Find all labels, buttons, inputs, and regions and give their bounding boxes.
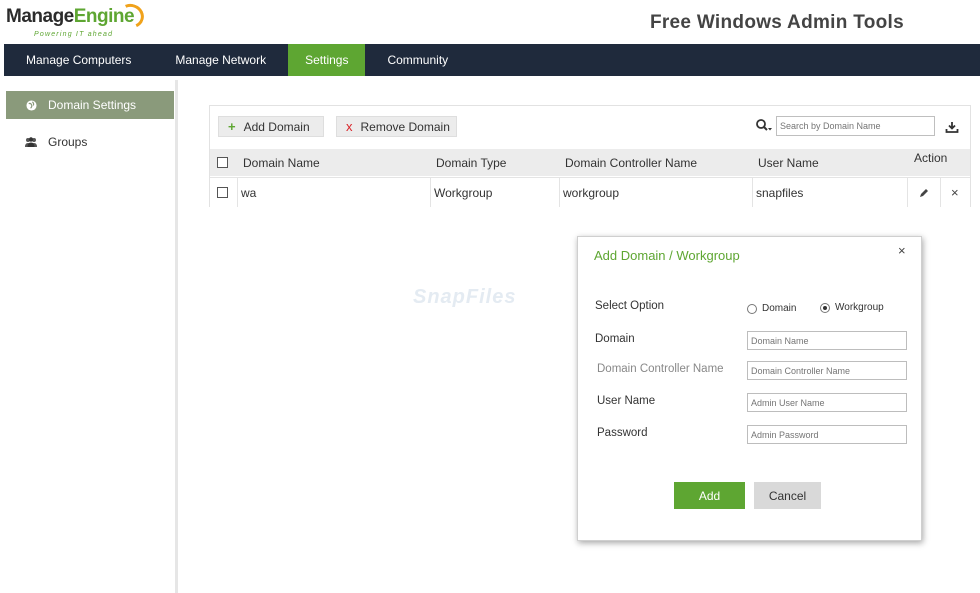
domain-field[interactable] <box>747 331 907 350</box>
table-row: wa Workgroup workgroup snapfiles × <box>210 177 970 207</box>
globe-icon <box>24 98 38 112</box>
watermark-text: SnapFiles <box>413 286 517 308</box>
dialog-title: Add Domain / Workgroup <box>594 248 740 263</box>
search-icon[interactable] <box>755 118 773 134</box>
plus-icon: + <box>228 119 236 134</box>
col-domain-type[interactable]: Domain Type <box>436 149 506 176</box>
nav-community[interactable]: Community <box>365 44 470 76</box>
user-name-field[interactable] <box>747 393 907 412</box>
add-domain-dialog: Add Domain / Workgroup × Select Option D… <box>577 236 922 541</box>
search-domain-input[interactable] <box>776 116 935 136</box>
app-header: ManageEngine Powering IT ahead Free Wind… <box>0 0 980 44</box>
radio-domain[interactable]: Domain <box>747 303 796 314</box>
radio-workgroup[interactable]: Workgroup <box>820 302 884 313</box>
cell-domain-type: Workgroup <box>434 185 493 200</box>
cell-domain-name: wa <box>241 185 257 200</box>
radio-domain-label: Domain <box>762 303 797 314</box>
cell-user-name: snapfiles <box>756 185 804 200</box>
radio-domain-dot <box>747 303 757 314</box>
settings-sidebar: Domain Settings Groups <box>4 80 178 593</box>
col-domain-name[interactable]: Domain Name <box>243 149 320 176</box>
col-user-name[interactable]: User Name <box>758 149 819 176</box>
password-label: Password <box>597 427 648 439</box>
col-action: Action <box>914 151 948 165</box>
remove-domain-button[interactable]: x Remove Domain <box>336 116 457 137</box>
remove-domain-label: Remove Domain <box>360 119 450 134</box>
user-name-label: User Name <box>597 395 656 407</box>
add-domain-button[interactable]: + Add Domain <box>218 116 324 137</box>
download-icon[interactable] <box>945 120 959 134</box>
cancel-button[interactable]: Cancel <box>754 482 821 509</box>
sidebar-item-label: Groups <box>48 135 88 149</box>
nav-settings[interactable]: Settings <box>288 44 366 76</box>
delete-icon[interactable]: × <box>951 178 959 207</box>
remove-x-icon: x <box>346 119 353 134</box>
col-domain-controller[interactable]: Domain Controller Name <box>565 149 697 176</box>
controller-label: Domain Controller Name <box>597 363 724 375</box>
cell-controller: workgroup <box>563 185 620 200</box>
radio-workgroup-dot <box>820 302 830 313</box>
main-navbar: Manage Computers Manage Network Settings… <box>4 44 980 76</box>
select-all-checkbox[interactable] <box>217 157 228 168</box>
users-icon <box>24 135 38 149</box>
manageengine-logo[interactable]: ManageEngine Powering IT ahead <box>6 0 148 42</box>
close-icon[interactable]: × <box>898 243 906 258</box>
radio-workgroup-label: Workgroup <box>835 302 884 313</box>
nav-manage-network[interactable]: Manage Network <box>153 44 288 76</box>
password-field[interactable] <box>747 425 907 444</box>
nav-manage-computers[interactable]: Manage Computers <box>4 44 153 76</box>
add-button[interactable]: Add <box>674 482 745 509</box>
table-header: Domain Name Domain Type Domain Controlle… <box>210 149 970 176</box>
domain-label: Domain <box>595 333 635 345</box>
add-domain-label: Add Domain <box>243 119 310 134</box>
edit-icon[interactable] <box>919 178 929 207</box>
logo-tagline: Powering IT ahead <box>34 31 114 38</box>
logo-wordmark: ManageEngine <box>6 6 135 27</box>
controller-field[interactable] <box>747 361 907 380</box>
sidebar-item-domain-settings[interactable]: Domain Settings <box>6 91 174 119</box>
select-option-label: Select Option <box>595 300 665 312</box>
row-checkbox[interactable] <box>217 187 228 198</box>
sidebar-item-groups[interactable]: Groups <box>6 128 174 156</box>
domain-panel: + Add Domain x Remove Domain Domain Name… <box>209 105 971 207</box>
sidebar-item-label: Domain Settings <box>48 98 137 112</box>
app-title: Free Windows Admin Tools <box>649 12 904 33</box>
